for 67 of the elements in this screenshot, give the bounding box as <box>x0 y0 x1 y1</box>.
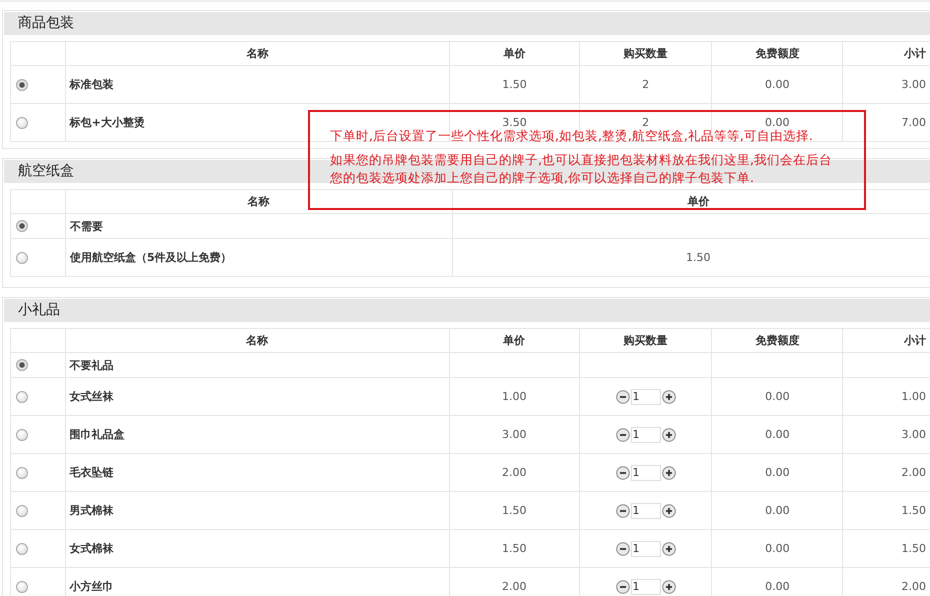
column-header: 单价 <box>503 334 526 347</box>
radio-button[interactable] <box>16 252 28 264</box>
radio-button[interactable] <box>16 428 28 441</box>
table-cell: 0.00 <box>712 416 843 454</box>
column-header: 单价 <box>503 47 526 60</box>
table-cell: 0.00 <box>712 530 843 568</box>
annotation-text: 如果您的吊牌包装需要用自己的牌子,也可以直接把包装材料放在我们这里,我们会在后台您的包装选项处添加上您自己的牌子选项,你可以选择自己的牌子包装下单. <box>330 151 833 187</box>
column-header: 购买数量 <box>624 47 668 60</box>
column-header: 免费额度 <box>755 47 800 60</box>
minus-button[interactable] <box>616 580 630 594</box>
plus-button[interactable] <box>662 428 676 442</box>
radio-button[interactable] <box>16 390 28 403</box>
radio-button[interactable] <box>16 78 28 91</box>
quantity-field[interactable]: 1 <box>630 388 661 404</box>
table-cell: 3.00 <box>449 416 580 454</box>
plus-button[interactable] <box>662 390 676 404</box>
column-header: 单价 <box>687 195 710 208</box>
table-cell: 0.00 <box>712 454 843 492</box>
table-cell: 0.00 <box>712 66 843 104</box>
table-cell: 毛衣坠链 <box>65 454 450 492</box>
column-header: 名称 <box>246 334 268 347</box>
radio-button[interactable] <box>16 220 28 232</box>
minus-button[interactable] <box>616 390 630 404</box>
minus-button[interactable] <box>616 542 630 556</box>
quantity-field[interactable]: 1 <box>630 578 661 594</box>
table-cell: 男式棉袜 <box>65 492 450 530</box>
radio-button[interactable] <box>16 504 28 517</box>
table-cell: 1.50 <box>449 492 580 530</box>
table-cell: 0.00 <box>712 492 843 530</box>
column-header: 购买数量 <box>624 334 668 347</box>
section-title: 商品包装 <box>4 12 930 35</box>
plus-button[interactable] <box>662 580 676 594</box>
radio-button[interactable] <box>16 359 28 372</box>
table-cell: 1.50 <box>449 530 580 568</box>
column-header: 名称 <box>248 195 270 208</box>
table-cell: 标准包装 <box>65 66 450 104</box>
minus-button[interactable] <box>616 428 630 442</box>
quantity-field[interactable]: 1 <box>630 540 661 556</box>
plus-button[interactable] <box>662 466 676 480</box>
column-header: 免费额度 <box>755 334 800 347</box>
table-cell: 不需要 <box>65 214 452 238</box>
minus-button[interactable] <box>616 466 630 480</box>
minus-button[interactable] <box>616 504 630 518</box>
section-title: 小礼品 <box>4 299 930 322</box>
radio-button[interactable] <box>16 580 28 593</box>
plus-button[interactable] <box>662 504 676 518</box>
table-cell: 使用航空纸盒（5件及以上免费） <box>65 238 452 276</box>
plus-button[interactable] <box>662 542 676 556</box>
table-cell: 2.00 <box>449 454 580 492</box>
table-cell: 1.50 <box>449 66 580 104</box>
quantity-field[interactable]: 1 <box>630 502 661 518</box>
radio-button[interactable] <box>16 466 28 479</box>
table-cell: 围巾礼品盒 <box>65 416 450 454</box>
table-cell: 0.00 <box>712 378 843 416</box>
quantity-field[interactable]: 1 <box>630 464 661 480</box>
column-header: 小计 <box>904 47 926 60</box>
radio-button[interactable] <box>16 542 28 555</box>
annotation-text: 下单时,后台设置了一些个性化需求选项,如包装,整烫,航空纸盒,礼品等等,可自由选择. <box>330 127 814 145</box>
table-cell: 2 <box>580 66 712 104</box>
table-cell: 不要礼品 <box>65 352 450 378</box>
column-header: 小计 <box>904 334 926 347</box>
table-cell: 1.00 <box>449 378 580 416</box>
table-cell: 女式丝袜 <box>65 378 450 416</box>
column-header: 名称 <box>246 47 268 60</box>
quantity-field[interactable]: 1 <box>630 426 661 442</box>
radio-button[interactable] <box>16 116 28 129</box>
table-cell: 女式棉袜 <box>65 530 450 568</box>
